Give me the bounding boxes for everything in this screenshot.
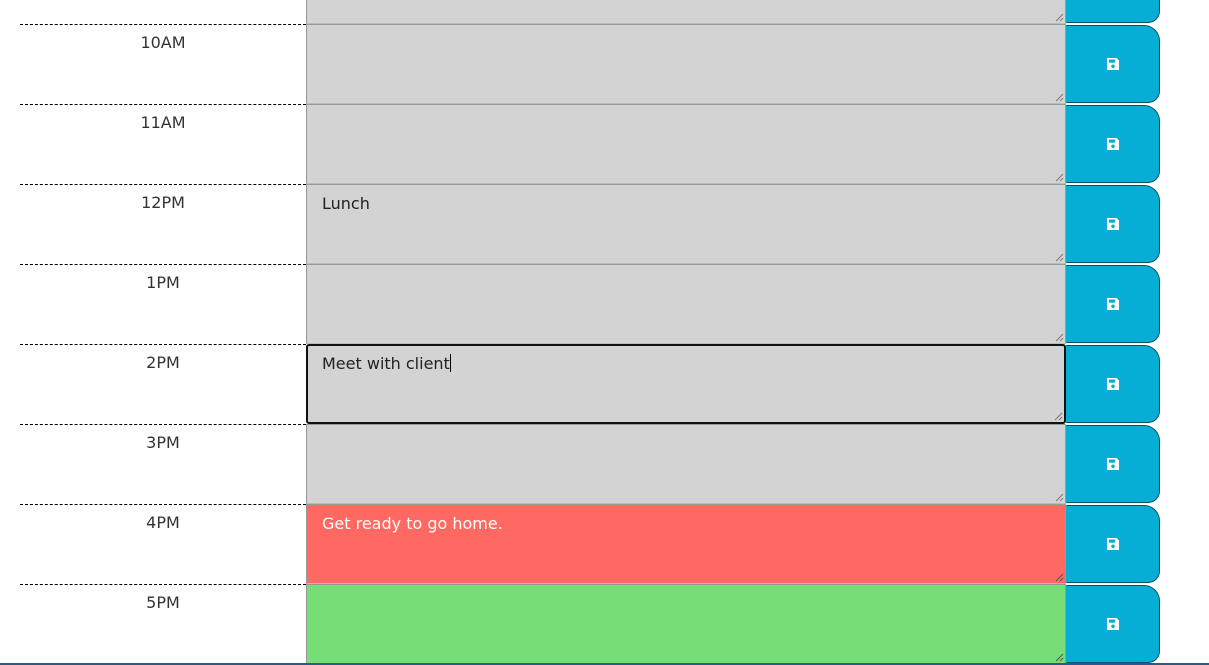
hour-label: 1PM <box>20 264 306 344</box>
floppy-disk-icon <box>1107 138 1119 150</box>
floppy-disk-icon <box>1107 58 1119 70</box>
resize-grip-icon[interactable] <box>1055 13 1064 22</box>
event-description-field[interactable]: Get ready to go home. <box>306 504 1066 584</box>
event-description-field[interactable] <box>306 24 1066 104</box>
time-block-row: 3PM <box>0 424 1209 504</box>
save-button[interactable] <box>1066 345 1160 423</box>
save-button[interactable] <box>1066 265 1160 343</box>
resize-grip-icon[interactable] <box>1055 493 1064 502</box>
time-block-row: 1PM <box>0 264 1209 344</box>
text-cursor <box>449 354 451 372</box>
hour-label: 12PM <box>20 184 306 264</box>
resize-grip-icon[interactable] <box>1055 333 1064 342</box>
event-description-field[interactable]: Meet with client <box>306 344 1066 424</box>
resize-grip-icon[interactable] <box>1055 653 1064 662</box>
save-button[interactable] <box>1066 425 1160 503</box>
time-block-row: 10AM <box>0 24 1209 104</box>
hour-label: 2PM <box>20 344 306 424</box>
event-description-text: Get ready to go home. <box>322 514 503 533</box>
time-block-row: 12PM Lunch <box>0 184 1209 264</box>
event-description-text: Lunch <box>322 194 370 213</box>
floppy-disk-icon <box>1107 298 1119 310</box>
floppy-disk-icon <box>1107 538 1119 550</box>
hour-label: 11AM <box>20 104 306 184</box>
event-description-field[interactable] <box>306 104 1066 184</box>
resize-grip-icon[interactable] <box>1055 253 1064 262</box>
event-description-field[interactable]: Lunch <box>306 184 1066 264</box>
time-block-row: 2PM Meet with client <box>0 344 1209 424</box>
event-description-text: Meet with client <box>322 354 450 373</box>
hour-label: 4PM <box>20 504 306 584</box>
hour-label: 3PM <box>20 424 306 504</box>
save-button[interactable] <box>1066 0 1160 23</box>
time-block-row: 5PM <box>0 584 1209 664</box>
resize-grip-icon[interactable] <box>1054 412 1063 421</box>
event-description-field[interactable] <box>306 584 1066 664</box>
resize-grip-icon[interactable] <box>1055 573 1064 582</box>
save-button[interactable] <box>1066 585 1160 663</box>
save-button[interactable] <box>1066 105 1160 183</box>
resize-grip-icon[interactable] <box>1055 173 1064 182</box>
save-button[interactable] <box>1066 505 1160 583</box>
floppy-disk-icon <box>1107 458 1119 470</box>
floppy-disk-icon <box>1107 378 1119 390</box>
time-block-row: 9AM <box>0 0 1209 24</box>
floppy-disk-icon <box>1107 618 1119 630</box>
floppy-disk-icon <box>1107 218 1119 230</box>
time-block-row: 4PM Get ready to go home. <box>0 504 1209 584</box>
save-button[interactable] <box>1066 185 1160 263</box>
event-description-field[interactable] <box>306 0 1066 24</box>
event-description-field[interactable] <box>306 264 1066 344</box>
event-description-field[interactable] <box>306 424 1066 504</box>
hour-label: 5PM <box>20 584 306 664</box>
resize-grip-icon[interactable] <box>1055 93 1064 102</box>
hour-label: 9AM <box>20 0 306 24</box>
save-button[interactable] <box>1066 25 1160 103</box>
hour-label: 10AM <box>20 24 306 104</box>
planner: 9AM10AM11AM12PM Lunch 1PM2PM Meet with clie… <box>0 0 1209 664</box>
time-block-row: 11AM <box>0 104 1209 184</box>
